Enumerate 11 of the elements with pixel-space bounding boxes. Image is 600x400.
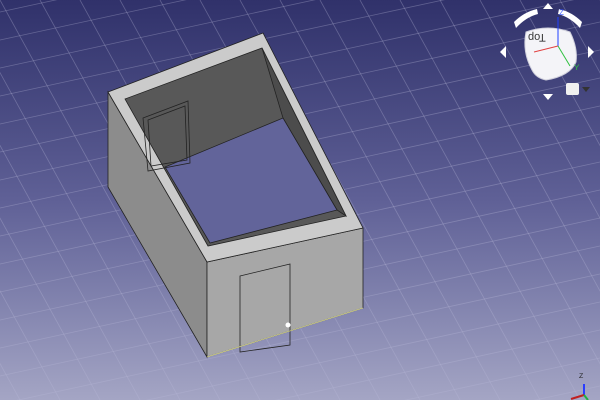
- down-arrow-icon[interactable]: [543, 94, 553, 100]
- up-arrow-icon[interactable]: [543, 3, 553, 9]
- axis-cross-drawing: [570, 384, 589, 400]
- rotate-right-arrow-icon[interactable]: [558, 9, 582, 28]
- axis-label: Z: [559, 9, 564, 17]
- rotate-left-arrow-icon[interactable]: [514, 9, 538, 28]
- navigation-cube-drawing[interactable]: [524, 28, 577, 80]
- left-arrow-icon[interactable]: [500, 46, 506, 58]
- right-arrow-icon[interactable]: [588, 46, 594, 58]
- cube-face-label: Top: [528, 31, 546, 42]
- axis-label: Y: [574, 64, 580, 72]
